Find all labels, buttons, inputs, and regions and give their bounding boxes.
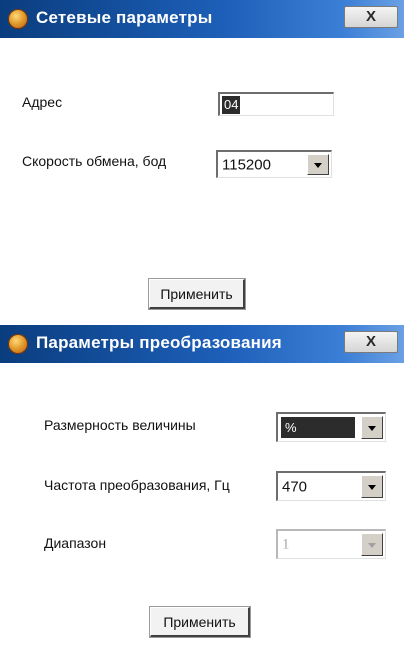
close-button[interactable]: X [344,6,398,28]
baud-rate-select[interactable]: 115200 [216,150,332,178]
apply-button-label: Применить [163,613,236,630]
range-value: 1 [282,536,290,552]
conversion-params-dialog: Параметры преобразования X Размерность в… [0,325,404,648]
frequency-value: 470 [282,478,308,495]
frequency-select[interactable]: 470 [276,471,386,501]
network-params-dialog: Сетевые параметры X Адрес 04 Скорость об… [0,0,404,318]
address-input[interactable]: 04 [218,92,334,116]
address-value: 04 [222,96,241,114]
address-label: Адрес [22,94,63,110]
dimension-value: % [281,417,355,438]
chevron-down-icon[interactable] [361,416,383,439]
dimension-select[interactable]: % [276,412,386,442]
apply-button-label: Применить [160,285,233,302]
apply-button[interactable]: Применить [149,606,251,638]
baud-rate-label: Скорость обмена, бод [22,153,167,169]
app-icon [8,334,28,354]
title-bar[interactable]: Сетевые параметры X [0,0,404,38]
window-title: Сетевые параметры [36,8,213,27]
dimension-label: Размерность величины [44,417,196,433]
chevron-down-icon[interactable] [361,533,383,556]
close-icon: X [365,8,376,25]
close-button[interactable]: X [344,331,398,353]
chevron-down-icon[interactable] [361,475,383,498]
apply-button[interactable]: Применить [148,278,246,310]
title-bar[interactable]: Параметры преобразования X [0,325,404,363]
window-title: Параметры преобразования [36,333,282,352]
range-select[interactable]: 1 [276,529,386,559]
close-icon: X [365,333,376,350]
app-icon [8,9,28,29]
frequency-label: Частота преобразования, Гц [44,477,230,493]
baud-rate-value: 115200 [222,156,271,173]
chevron-down-icon[interactable] [307,154,329,175]
range-label: Диапазон [44,535,107,551]
